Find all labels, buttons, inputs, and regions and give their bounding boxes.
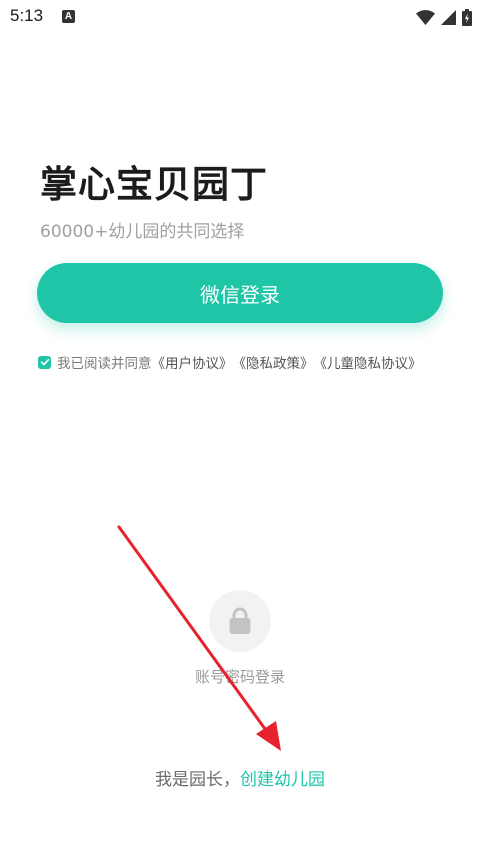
lock-icon	[229, 607, 251, 634]
create-kindergarten-link[interactable]: 创建幼儿园	[240, 770, 325, 790]
login-screen: 5:13 A 掌心宝贝园丁 60000+幼儿园的共同选择 微信登录 我已阅读并同…	[0, 0, 480, 853]
annotation-arrow	[117, 525, 281, 751]
app-title: 掌心宝贝园丁	[40, 163, 268, 206]
child-privacy-link[interactable]: 《儿童隐私协议》	[314, 352, 422, 372]
check-icon	[40, 358, 49, 366]
wifi-icon	[416, 9, 435, 25]
agree-checkbox[interactable]	[38, 355, 51, 369]
agreement-prefix: 我已阅读并同意	[57, 356, 152, 372]
app-subtitle: 60000+幼儿园的共同选择	[40, 222, 245, 242]
principal-prompt: 我是园长，	[155, 770, 240, 790]
status-time: 5:13	[10, 6, 44, 25]
status-icons	[416, 8, 472, 26]
user-agreement-link[interactable]: 《用户协议》	[152, 352, 233, 372]
password-login-button[interactable]	[209, 590, 271, 652]
cell-signal-icon	[441, 9, 456, 25]
a-text-icon: A	[62, 10, 75, 23]
password-login-label[interactable]: 账号密码登录	[0, 666, 480, 687]
agreement-row: 我已阅读并同意 《用户协议》 《隐私政策》 《儿童隐私协议》	[38, 352, 458, 372]
privacy-policy-link[interactable]: 《隐私政策》	[233, 352, 314, 372]
battery-icon	[462, 8, 472, 26]
create-kindergarten-row: 我是园长，创建幼儿园	[0, 765, 480, 790]
wechat-login-button[interactable]: 微信登录	[37, 263, 443, 323]
status-bar: 5:13 A	[0, 0, 480, 34]
